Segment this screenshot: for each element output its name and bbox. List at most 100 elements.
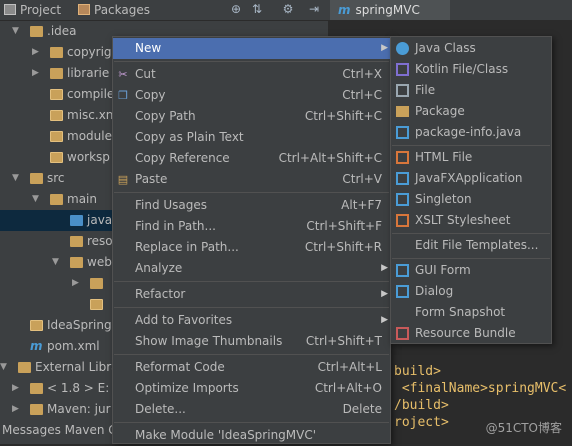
editor-tab-springmvc[interactable]: m springMVC — [330, 0, 450, 20]
menu-item-refactor[interactable]: Refactor ▶ — [113, 284, 390, 305]
menu-item-reformat-code[interactable]: Reformat Code Ctrl+Alt+L — [113, 357, 390, 378]
submenu-separator — [392, 258, 550, 259]
xslt-icon — [396, 214, 409, 227]
code-line[interactable]: roject> — [394, 414, 449, 432]
submenu-item-label: File — [415, 83, 436, 97]
gear-icon[interactable]: ⚙ — [281, 2, 295, 16]
submenu-item-label: Kotlin File/Class — [415, 62, 509, 76]
folder-icon — [30, 26, 43, 37]
submenu-item-singleton[interactable]: Singleton — [391, 189, 551, 210]
tree-row-label: main — [67, 192, 97, 206]
code-line[interactable]: <finalName>springMVC< — [394, 380, 566, 398]
tree-row-label: pom.xml — [47, 339, 100, 353]
code-line[interactable]: /build> — [394, 397, 449, 415]
top-toolbar: Project Packages ⊕ ⇅ ⚙ ⇥ m springMVC — [0, 0, 572, 21]
menu-item-show-image-thumbnails[interactable]: Show Image Thumbnails Ctrl+Shift+T — [113, 331, 390, 352]
hide-icon[interactable]: ⇥ — [307, 2, 321, 16]
menu-item-replace-in-path[interactable]: Replace in Path... Ctrl+Shift+R — [113, 237, 390, 258]
submenu-separator — [392, 145, 550, 146]
tree-row-label: misc.xn — [67, 108, 114, 122]
menu-item-shortcut: Ctrl+Shift+R — [304, 240, 382, 254]
collapse-arrow-icon[interactable]: ▶ — [12, 399, 19, 420]
submenu-item-label: HTML File — [415, 150, 473, 164]
menu-separator — [114, 354, 389, 355]
submenu-item-java-class[interactable]: Java Class — [391, 38, 551, 59]
submenu-item-html-file[interactable]: HTML File — [391, 147, 551, 168]
folder-icon — [50, 68, 63, 79]
submenu-item-label: Java Class — [415, 41, 476, 55]
menu-item-new[interactable]: New ▶ — [113, 38, 390, 59]
menu-item-copy[interactable]: ❐ Copy Ctrl+C — [113, 85, 390, 106]
expand-arrow-icon[interactable]: ▼ — [0, 357, 7, 378]
submenu-item-edit-file-templates[interactable]: Edit File Templates... — [391, 235, 551, 256]
menu-item-label: Copy — [135, 88, 166, 102]
submenu-item-package[interactable]: Package — [391, 101, 551, 122]
menu-item-copy-as-plain-text[interactable]: Copy as Plain Text — [113, 127, 390, 148]
menu-item-label: Make Module 'IdeaSpringMVC' — [135, 428, 317, 442]
menu-item-label: Find Usages — [135, 198, 208, 212]
submenu-item-resource-bundle[interactable]: Resource Bundle — [391, 323, 551, 344]
collapse-arrow-icon[interactable]: ▶ — [32, 42, 39, 63]
menu-item-copy-reference[interactable]: Copy Reference Ctrl+Alt+Shift+C — [113, 148, 390, 169]
tab-project[interactable]: Project — [4, 0, 61, 20]
folder-icon — [70, 257, 83, 268]
submenu-item-label: JavaFXApplication — [415, 171, 523, 185]
submenu-item-label: Singleton — [415, 192, 472, 206]
folder-icon — [30, 173, 43, 184]
expand-arrow-icon[interactable]: ▼ — [12, 168, 19, 189]
maven-file-icon: m — [338, 3, 351, 17]
menu-item-analyze[interactable]: Analyze ▶ — [113, 258, 390, 279]
menu-item-shortcut: Ctrl+X — [342, 67, 382, 81]
expand-arrow-icon[interactable]: ▼ — [32, 189, 39, 210]
context-menu: New ▶ ✂ Cut Ctrl+X ❐ Copy Ctrl+C Copy Path Ctrl+S… — [112, 36, 391, 444]
submenu-item-label: XSLT Stylesheet — [415, 213, 511, 227]
submenu-item-label: Package — [415, 104, 465, 118]
menu-item-shortcut: Ctrl+Alt+O — [314, 381, 382, 395]
menu-item-paste[interactable]: ▤ Paste Ctrl+V — [113, 169, 390, 190]
collapse-arrow-icon[interactable]: ▶ — [32, 63, 39, 84]
menu-item-label: Reformat Code — [135, 360, 225, 374]
collapse-icon[interactable]: ⇅ — [250, 2, 264, 16]
tree-row-label: reso — [87, 234, 113, 248]
menu-item-find-in-path[interactable]: Find in Path... Ctrl+Shift+F — [113, 216, 390, 237]
menu-item-delete[interactable]: Delete... Delete — [113, 399, 390, 420]
javafx-icon — [396, 172, 409, 185]
collapse-arrow-icon[interactable]: ▶ — [12, 378, 19, 399]
expand-arrow-icon[interactable]: ▼ — [52, 252, 59, 273]
submenu-item-xslt-stylesheet[interactable]: XSLT Stylesheet — [391, 210, 551, 231]
submenu-item-form-snapshot[interactable]: Form Snapshot — [391, 302, 551, 323]
menu-separator — [114, 281, 389, 282]
submenu-arrow-icon: ▶ — [381, 289, 388, 299]
submenu-item-kotlin-file-class[interactable]: Kotlin File/Class — [391, 59, 551, 80]
menu-item-add-to-favorites[interactable]: Add to Favorites ▶ — [113, 310, 390, 331]
submenu-item-file[interactable]: File — [391, 80, 551, 101]
menu-item-label: Add to Favorites — [135, 313, 233, 327]
file-icon — [50, 131, 63, 142]
submenu-item-label: package-info.java — [415, 125, 522, 139]
collapse-arrow-icon[interactable]: ▶ — [72, 273, 79, 294]
code-line[interactable]: build> — [394, 363, 441, 381]
menu-item-label: New — [135, 41, 162, 55]
tree-row-label: External Librar — [35, 360, 124, 374]
java-class-icon — [396, 42, 409, 55]
menu-item-shortcut: Ctrl+Shift+F — [306, 219, 382, 233]
submenu-item-label: Resource Bundle — [415, 326, 516, 340]
java-file-icon — [396, 126, 409, 139]
menu-item-make-module-ideaspringmvc[interactable]: Make Module 'IdeaSpringMVC' — [113, 425, 390, 446]
menu-item-cut[interactable]: ✂ Cut Ctrl+X — [113, 64, 390, 85]
submenu-item-javafxapplication[interactable]: JavaFXApplication — [391, 168, 551, 189]
expand-arrow-icon[interactable]: ▼ — [12, 21, 19, 42]
tree-row-label: IdeaSpring — [47, 318, 112, 332]
editor-tab-label: springMVC — [355, 3, 420, 17]
target-icon[interactable]: ⊕ — [229, 2, 243, 16]
menu-item-find-usages[interactable]: Find Usages Alt+F7 — [113, 195, 390, 216]
menu-item-optimize-imports[interactable]: Optimize Imports Ctrl+Alt+O — [113, 378, 390, 399]
file-icon — [50, 110, 63, 121]
submenu-item-dialog[interactable]: Dialog — [391, 281, 551, 302]
menu-item-copy-path[interactable]: Copy Path Ctrl+Shift+C — [113, 106, 390, 127]
package-icon — [396, 106, 409, 117]
submenu-item-package-info-java[interactable]: package-info.java — [391, 122, 551, 143]
submenu-item-gui-form[interactable]: GUI Form — [391, 260, 551, 281]
tab-packages[interactable]: Packages — [78, 0, 150, 20]
tree-row-label: worksp — [67, 150, 110, 164]
